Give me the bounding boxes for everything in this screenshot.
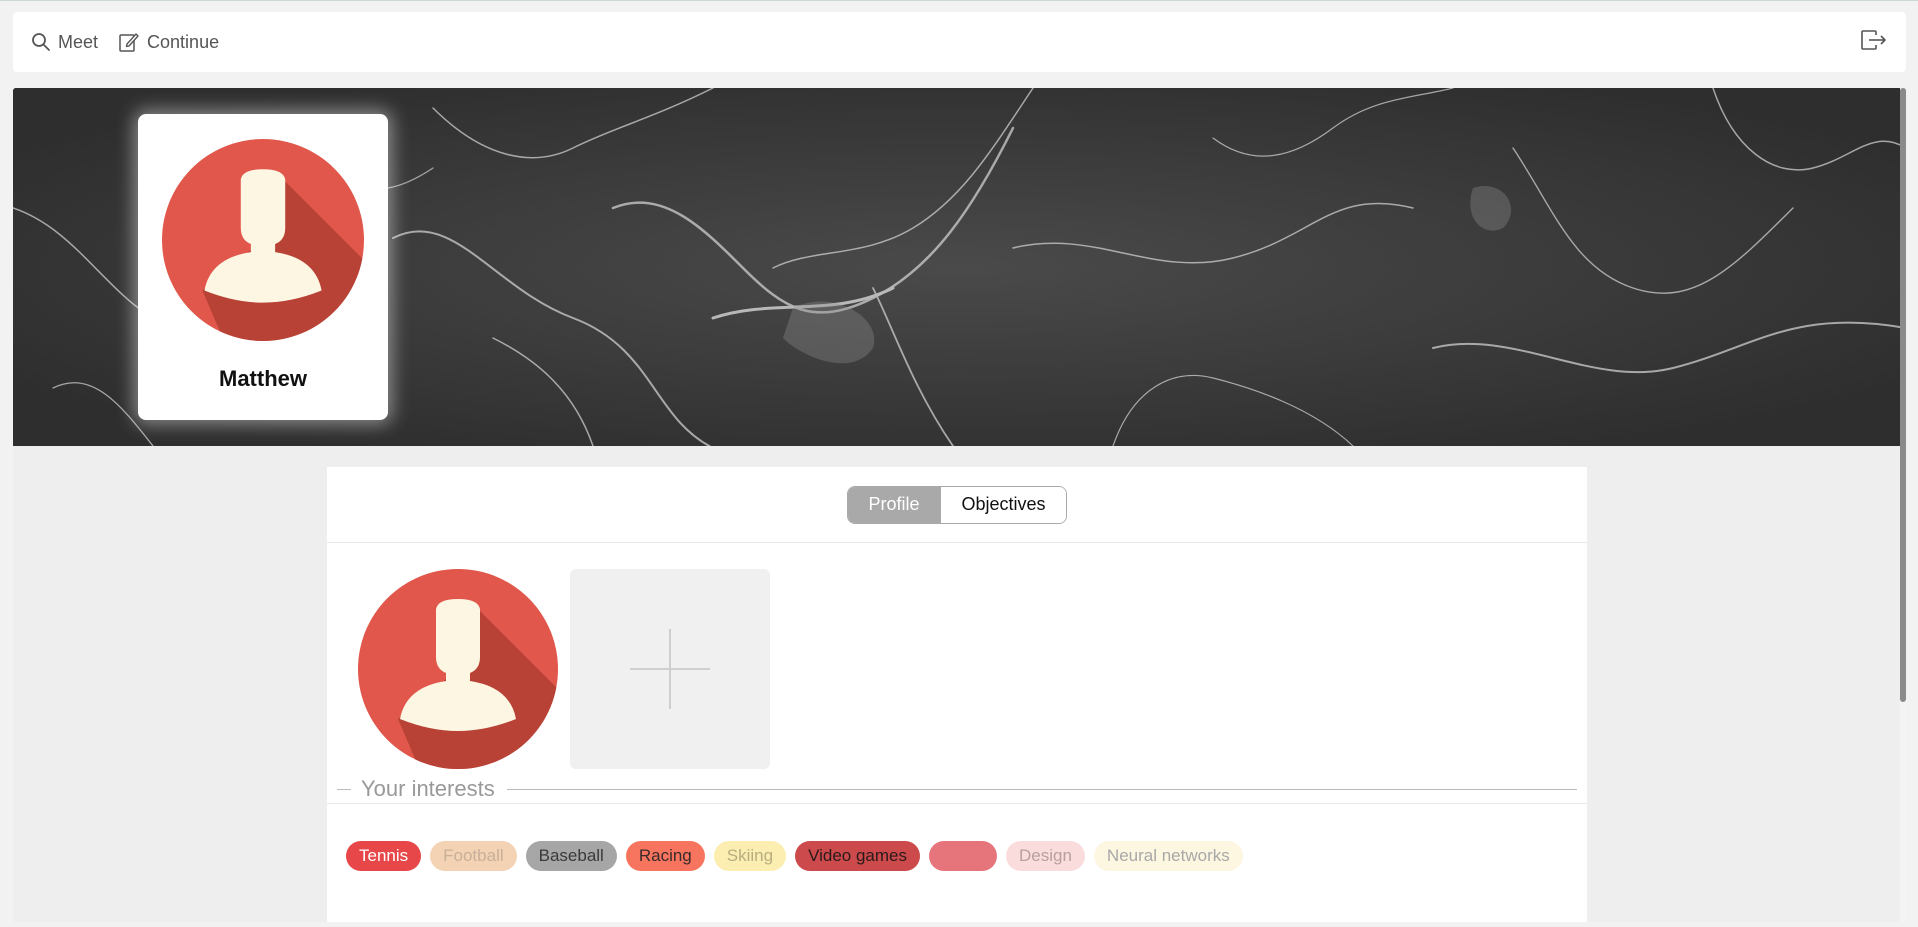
interest-tag[interactable]: Design — [1006, 841, 1085, 871]
main-panel: Matthew Profile Objectives Your interest… — [13, 88, 1906, 922]
tab-profile[interactable]: Profile — [848, 486, 940, 523]
tab-group: Profile Objectives — [847, 485, 1067, 524]
interest-tag[interactable]: Video games — [795, 841, 920, 871]
profile-card: Matthew — [138, 114, 388, 420]
top-navbar: Meet Continue — [13, 12, 1906, 72]
interest-tag[interactable]: Tennis — [346, 841, 422, 871]
logout-button[interactable] — [1860, 29, 1888, 56]
meet-link[interactable]: Meet — [31, 32, 98, 53]
interests-dash — [337, 788, 351, 790]
scrollbar-thumb[interactable] — [1900, 88, 1906, 702]
add-photo-button[interactable] — [570, 569, 770, 769]
continue-label: Continue — [147, 31, 220, 52]
interest-tag[interactable]: Skiing — [713, 841, 787, 871]
top-border — [0, 0, 1918, 1]
interest-tag[interactable]: Baseball — [525, 841, 617, 871]
meet-label: Meet — [58, 31, 99, 52]
tab-objectives[interactable]: Objectives — [940, 486, 1066, 523]
edit-icon — [118, 31, 140, 53]
tabs-row: Profile Objectives — [327, 467, 1587, 543]
interest-tags: Tennis Football Baseball Racing Skiing Video … — [346, 841, 1243, 871]
interest-tag[interactable]: Neural networks — [1093, 841, 1243, 871]
interest-tag[interactable]: Racing — [625, 841, 705, 871]
user-avatar-icon — [162, 139, 364, 341]
scrollbar[interactable] — [1900, 88, 1906, 922]
photo-gallery — [327, 543, 1587, 804]
cover-banner: Matthew — [13, 88, 1906, 446]
interests-title: Your interests — [361, 776, 495, 801]
plus-icon — [630, 629, 710, 709]
profile-photo[interactable] — [358, 569, 558, 769]
interest-tag[interactable]: Football — [430, 841, 517, 871]
interests-divider — [506, 788, 1577, 790]
interest-tag[interactable] — [929, 841, 997, 871]
logout-icon — [1860, 29, 1888, 56]
continue-link[interactable]: Continue — [118, 31, 219, 53]
profile-name: Matthew — [219, 366, 307, 391]
interests-header: Your interests — [337, 774, 1577, 804]
search-icon — [31, 32, 51, 52]
